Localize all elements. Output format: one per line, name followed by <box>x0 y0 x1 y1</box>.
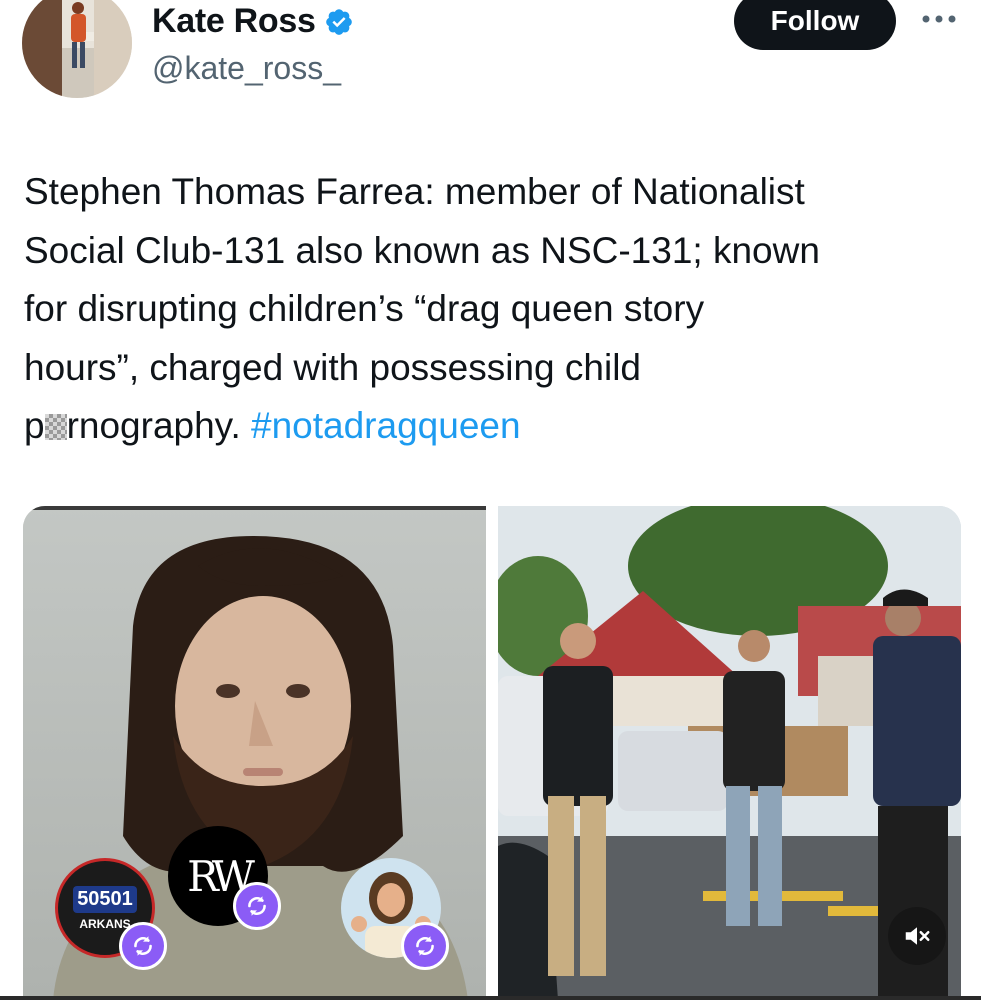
pixelated-censor <box>44 414 67 440</box>
bottom-divider <box>0 996 981 1000</box>
mute-icon[interactable] <box>888 907 946 965</box>
tweet-text-line: Social Club-131 also known as NSC-131; k… <box>24 229 820 271</box>
follow-button[interactable]: Follow <box>734 0 896 50</box>
sync-badge-icon[interactable] <box>401 922 449 970</box>
verified-badge-icon <box>325 8 352 35</box>
name-row: Kate Ross <box>152 2 354 41</box>
profile-avatar[interactable] <box>22 0 132 98</box>
display-name[interactable]: Kate Ross <box>152 2 316 41</box>
sticker-text: ARKANS <box>79 916 131 931</box>
hashtag-link[interactable]: #notadragqueen <box>251 405 521 446</box>
sync-badge-icon[interactable] <box>119 922 167 970</box>
avatar-photo <box>22 0 132 98</box>
censored-word-prefix: p <box>24 405 45 446</box>
tweet-text-line: hours”, charged with possessing child <box>24 346 641 388</box>
tweet-text: Stephen Thomas Farrea: member of Nationa… <box>24 163 959 456</box>
mugshot-photo[interactable]: 50501 ARKANS RW <box>23 506 486 1000</box>
user-handle[interactable]: @kate_ross_ <box>152 50 341 87</box>
sync-badge-icon[interactable] <box>233 882 281 930</box>
tweet-header: Kate Ross @kate_ross_ Follow <box>0 0 981 120</box>
tweet-text-line: for disrupting children’s “drag queen st… <box>24 288 705 329</box>
media-grid: 50501 ARKANS RW <box>23 506 961 1000</box>
more-dots-icon[interactable] <box>918 4 962 34</box>
censored-word-suffix: rnography. <box>66 405 241 446</box>
tweet-text-line: Stephen Thomas Farrea: member of Nationa… <box>24 171 805 212</box>
sticker-text: 50501 <box>73 885 137 913</box>
